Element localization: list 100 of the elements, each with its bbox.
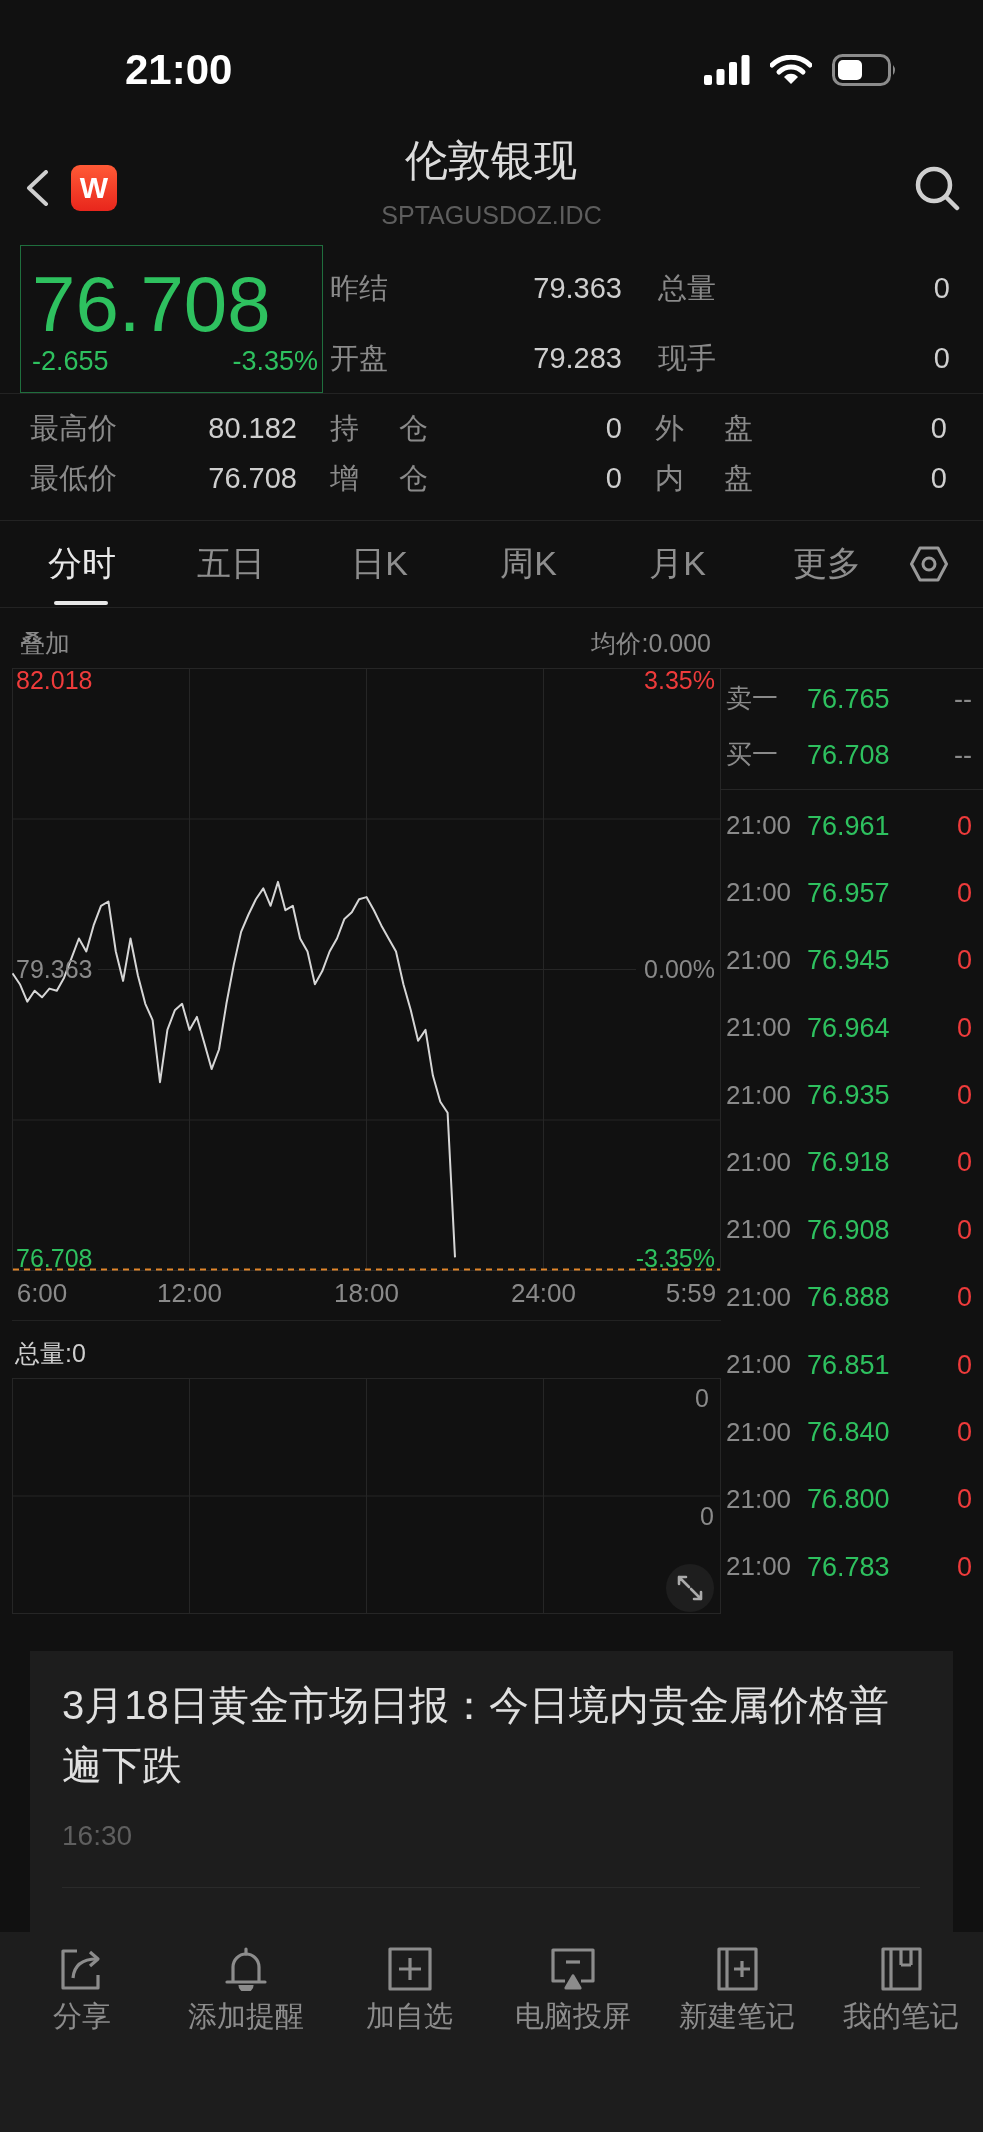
stat-label: 外 盘 <box>655 410 753 446</box>
time-axis-label: 24:00 <box>510 1278 577 1308</box>
volume-total-label: 总量:0 <box>15 1337 86 1368</box>
trade-volume: 0 <box>956 1146 972 1179</box>
trade-volume: 0 <box>956 1550 972 1584</box>
trade-price: 76.783 <box>807 1550 890 1584</box>
plus-square-icon <box>387 1947 432 1991</box>
trade-volume: 0 <box>956 809 972 842</box>
toolbar-button[interactable]: 加自选 <box>366 1947 454 2033</box>
stat-label: 持 仓 <box>330 410 428 446</box>
stat-value: 0 <box>933 270 950 306</box>
stat-label: 昨结 <box>330 270 388 306</box>
trade-price: 76.851 <box>807 1348 890 1381</box>
stat-value: 0 <box>605 410 622 446</box>
trade-price: 76.935 <box>807 1079 890 1112</box>
order-volume: -- <box>954 738 972 772</box>
trade-volume: 0 <box>956 1281 972 1314</box>
trade-price: 76.964 <box>807 1011 890 1045</box>
trade-time: 21:00 <box>726 810 793 842</box>
trade-time: 21:00 <box>726 1214 793 1246</box>
trade-time: 21:00 <box>726 1349 793 1381</box>
period-tab[interactable]: 五日 <box>156 521 305 607</box>
notebook-plus-icon <box>715 1947 760 1991</box>
stat-label: 现手 <box>658 340 716 376</box>
time-axis-label: 6:00 <box>16 1278 68 1308</box>
stat-label: 最低价 <box>30 460 117 496</box>
trade-volume: 0 <box>956 876 972 910</box>
trade-price: 76.908 <box>807 1213 890 1247</box>
trade-time: 21:00 <box>726 1012 793 1044</box>
back-icon[interactable] <box>25 169 49 206</box>
period-tab[interactable]: 分时 <box>7 521 156 607</box>
trade-price: 76.945 <box>807 944 890 977</box>
trade-price: 76.918 <box>807 1146 890 1179</box>
toolbar-button[interactable]: 新建笔记 <box>679 1947 796 2033</box>
trade-volume: 0 <box>956 1213 972 1247</box>
trade-price: 76.888 <box>807 1281 890 1314</box>
trade-volume: 0 <box>956 944 972 977</box>
trade-volume: 0 <box>956 1079 972 1112</box>
time-axis-label: 18:00 <box>333 1278 400 1308</box>
trade-price: 76.957 <box>807 876 890 910</box>
order-volume: -- <box>954 682 972 716</box>
percent-axis-label: 3.35% <box>644 668 715 694</box>
stat-value: 0 <box>930 410 947 446</box>
trade-price: 76.840 <box>807 1416 890 1449</box>
volume-axis-label: 0 <box>695 1384 709 1412</box>
percent-change: -3.35% <box>232 346 318 376</box>
period-tab[interactable]: 日K <box>305 521 454 607</box>
battery-icon <box>832 54 898 86</box>
trade-time: 21:00 <box>726 1484 793 1516</box>
trade-price: 76.800 <box>807 1483 890 1516</box>
stat-value: 0 <box>605 460 622 496</box>
trade-price: 76.961 <box>807 809 890 842</box>
trade-volume: 0 <box>956 1416 972 1449</box>
order-price: 76.765 <box>807 682 890 716</box>
trade-time: 21:00 <box>726 1147 793 1179</box>
price-axis-label: 82.018 <box>16 668 93 694</box>
stat-value: 0 <box>930 460 947 496</box>
toolbar-button[interactable]: 电脑投屏 <box>515 1947 632 2033</box>
signal-icon <box>704 55 750 85</box>
percent-axis-label: 0.00% <box>644 954 715 983</box>
search-icon[interactable] <box>914 164 960 211</box>
overlay-button[interactable]: 叠加 <box>20 628 70 658</box>
stat-label: 开盘 <box>330 340 388 376</box>
trade-time: 21:00 <box>726 877 793 909</box>
period-tab[interactable]: 月K <box>603 521 752 607</box>
stat-label: 增 仓 <box>330 460 428 496</box>
screen-cast-icon <box>551 1947 596 1991</box>
trade-time: 21:00 <box>726 944 793 977</box>
order-level-label: 买一 <box>726 739 779 771</box>
news-title[interactable]: 3月18日黄金市场日报：今日境内贵金属价格普遍下跌 <box>62 1675 920 1795</box>
last-price: 76.708 <box>32 265 271 343</box>
period-tab[interactable]: 周K <box>454 521 603 607</box>
price-change: -2.655 <box>32 346 109 376</box>
stat-label: 内 盘 <box>655 460 753 496</box>
trade-volume: 0 <box>956 1011 972 1045</box>
settings-icon[interactable] <box>910 545 948 583</box>
stat-value: 80.182 <box>208 410 297 446</box>
stat-label: 最高价 <box>30 410 117 446</box>
trade-time: 21:00 <box>726 1079 793 1111</box>
order-price: 76.708 <box>807 738 890 772</box>
stat-value: 79.283 <box>533 340 622 376</box>
notebook-icon <box>879 1947 924 1991</box>
status-time: 21:00 <box>125 49 233 91</box>
time-axis-label: 5:59 <box>665 1278 717 1308</box>
stat-value: 76.708 <box>208 460 297 496</box>
trade-time: 21:00 <box>726 1551 793 1583</box>
toolbar-button[interactable]: 分享 <box>52 1947 111 2033</box>
volume-axis-label: 0 <box>700 1502 714 1530</box>
app-logo: W <box>71 164 117 211</box>
period-tab[interactable]: 更多 <box>752 521 901 607</box>
toolbar-button[interactable]: 我的笔记 <box>843 1947 960 2033</box>
toolbar-button[interactable]: 添加提醒 <box>187 1947 304 2033</box>
trade-volume: 0 <box>956 1483 972 1516</box>
trade-time: 21:00 <box>726 1416 793 1448</box>
stat-value: 79.363 <box>533 270 622 306</box>
wifi-icon <box>770 55 812 85</box>
trade-time: 21:00 <box>726 1281 793 1313</box>
time-axis-label: 12:00 <box>156 1278 223 1308</box>
trade-volume: 0 <box>956 1348 972 1381</box>
expand-icon[interactable] <box>666 1564 714 1612</box>
